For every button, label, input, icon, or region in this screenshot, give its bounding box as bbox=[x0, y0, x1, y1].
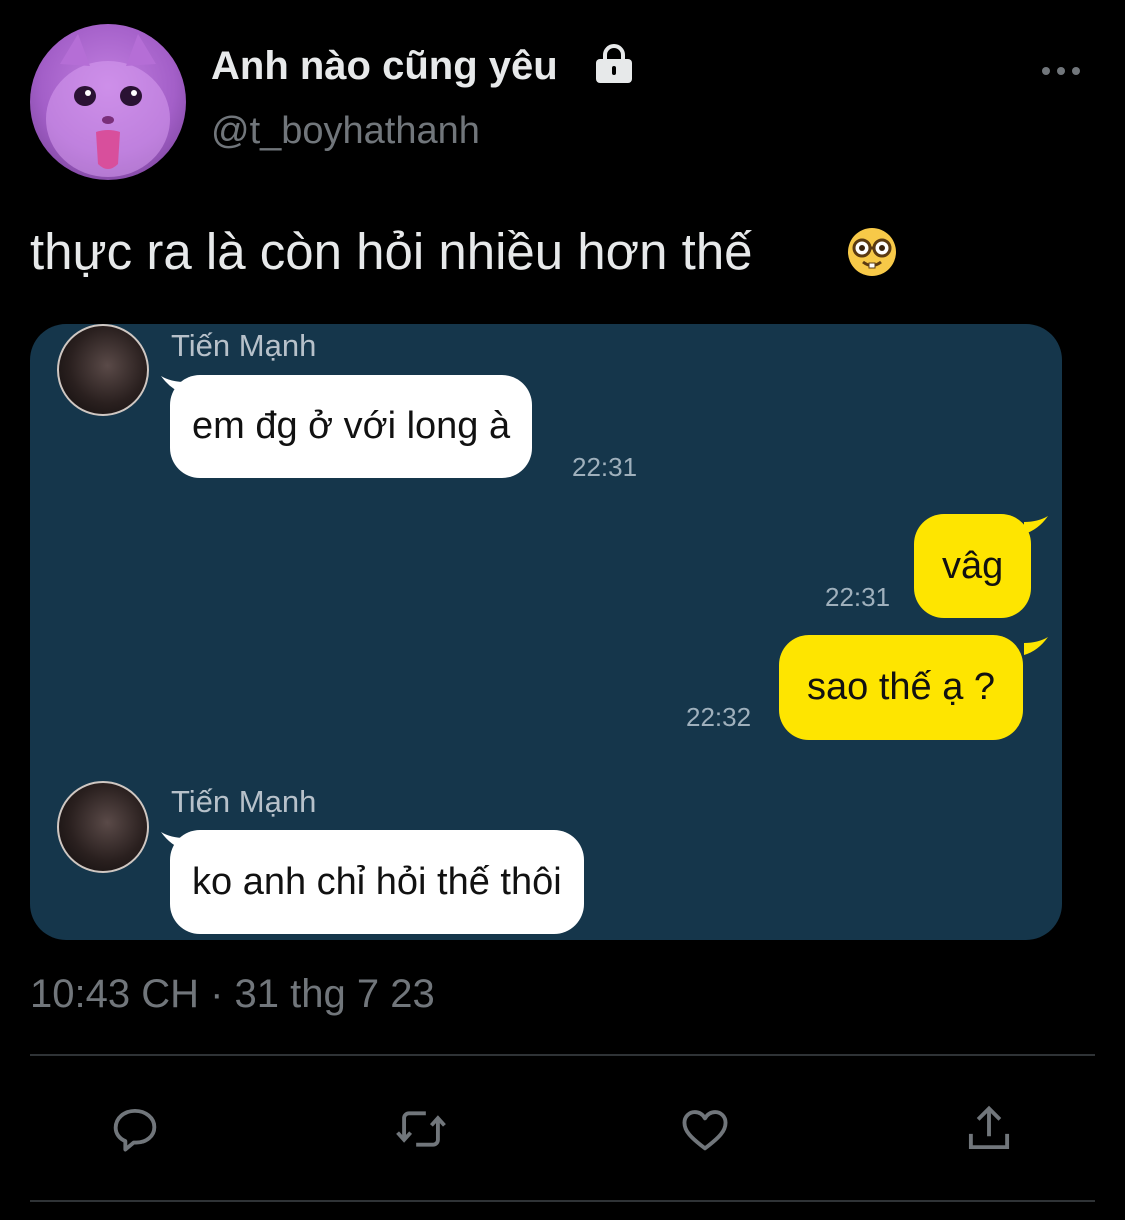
message-bubble: em đg ở với long à bbox=[170, 375, 533, 478]
share-icon[interactable] bbox=[960, 1100, 1018, 1163]
tweet-text: thực ra là còn hỏi nhiều hơn thế bbox=[30, 222, 896, 281]
user-handle[interactable]: @t_boyhathanh bbox=[211, 110, 480, 153]
message-bubble: sao thế ạ ? bbox=[779, 635, 1024, 740]
divider bbox=[30, 1200, 1095, 1202]
message-bubble: ko anh chỉ hỏi thế thôi bbox=[170, 830, 584, 934]
divider bbox=[30, 1054, 1095, 1056]
sender-name: Tiến Mạnh bbox=[171, 784, 317, 819]
sender-avatar bbox=[57, 781, 149, 873]
chat-screenshot[interactable]: Tiến Mạnh em đg ở với long à 22:31 22:31… bbox=[30, 324, 1062, 940]
cat-avatar bbox=[46, 34, 170, 177]
message-time: 22:31 bbox=[572, 452, 638, 482]
tweet-timestamp[interactable]: 10:43 CH · 31 thg 7 23 bbox=[30, 972, 435, 1017]
display-name[interactable]: Anh nào cũng yêu bbox=[211, 44, 558, 89]
sender-name: Tiến Mạnh bbox=[171, 328, 317, 363]
like-icon[interactable] bbox=[676, 1100, 734, 1163]
nerd-face-emoji bbox=[846, 226, 898, 290]
sender-avatar bbox=[57, 324, 149, 416]
reply-icon[interactable] bbox=[106, 1100, 164, 1163]
more-options-icon[interactable] bbox=[1040, 64, 1082, 83]
message-time: 22:32 bbox=[686, 702, 752, 732]
lock-icon bbox=[593, 44, 635, 89]
message-bubble: vâg bbox=[914, 514, 1032, 618]
retweet-icon[interactable] bbox=[390, 1100, 452, 1163]
tweet-text-content: thực ra là còn hỏi nhiều hơn thế bbox=[30, 223, 753, 280]
bubble-tail bbox=[1024, 637, 1048, 655]
bubble-tail bbox=[1024, 516, 1048, 534]
message-time: 22:31 bbox=[825, 582, 891, 612]
author-avatar[interactable] bbox=[30, 24, 186, 180]
